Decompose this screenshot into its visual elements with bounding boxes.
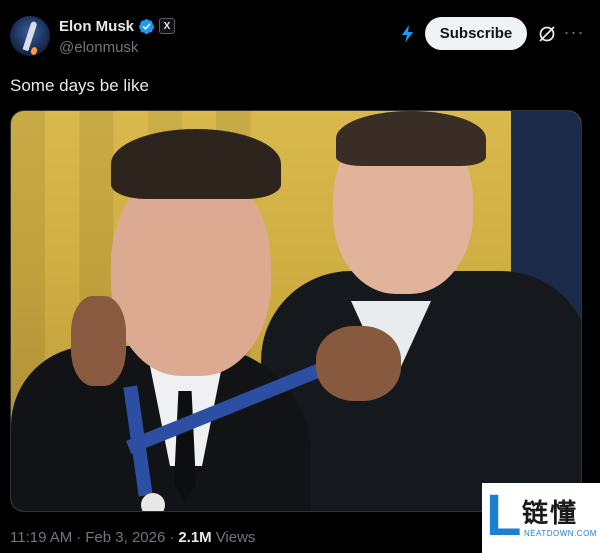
meta-separator: · <box>169 529 175 546</box>
left-hand-graphic <box>71 296 126 386</box>
back-figure-hair <box>336 111 486 166</box>
author-handle[interactable]: @elonmusk <box>59 39 138 56</box>
subscription-bolt-icon <box>402 25 413 43</box>
post-header: Elon Musk X @elonmusk Subscribe ··· <box>10 12 590 60</box>
watermark-letter: L <box>486 483 522 548</box>
watermark-logo: L 链懂 NEATDOWN.COM <box>482 483 600 553</box>
author-display-name[interactable]: Elon Musk <box>59 18 134 35</box>
views-label: Views <box>215 529 256 546</box>
right-hand-graphic <box>316 326 401 401</box>
watermark-chinese-text: 链懂 <box>522 499 579 529</box>
post-date[interactable]: Feb 3, 2026 <box>85 529 165 546</box>
post-meta: 11:19 AM · Feb 3, 2026 · 2.1M Views <box>10 529 255 546</box>
post-image[interactable] <box>10 110 582 512</box>
verified-badge-icon <box>139 18 154 34</box>
grok-icon[interactable] <box>537 24 557 44</box>
avatar[interactable] <box>10 16 50 56</box>
post-text: Some days be like <box>10 76 149 95</box>
meta-separator: · <box>76 529 82 546</box>
views-count: 2.1M <box>178 529 212 546</box>
rocket-flame-graphic <box>29 46 39 56</box>
more-options-icon[interactable]: ··· <box>562 22 586 46</box>
author-name-row: Elon Musk X <box>59 16 176 36</box>
x-affiliate-badge-icon: X <box>159 18 176 34</box>
watermark-domain: NEATDOWN.COM <box>524 529 597 538</box>
front-figure-hair <box>111 129 281 199</box>
subscribe-button[interactable]: Subscribe <box>425 17 527 50</box>
medal-graphic <box>141 493 165 511</box>
post-time[interactable]: 11:19 AM <box>10 529 72 546</box>
